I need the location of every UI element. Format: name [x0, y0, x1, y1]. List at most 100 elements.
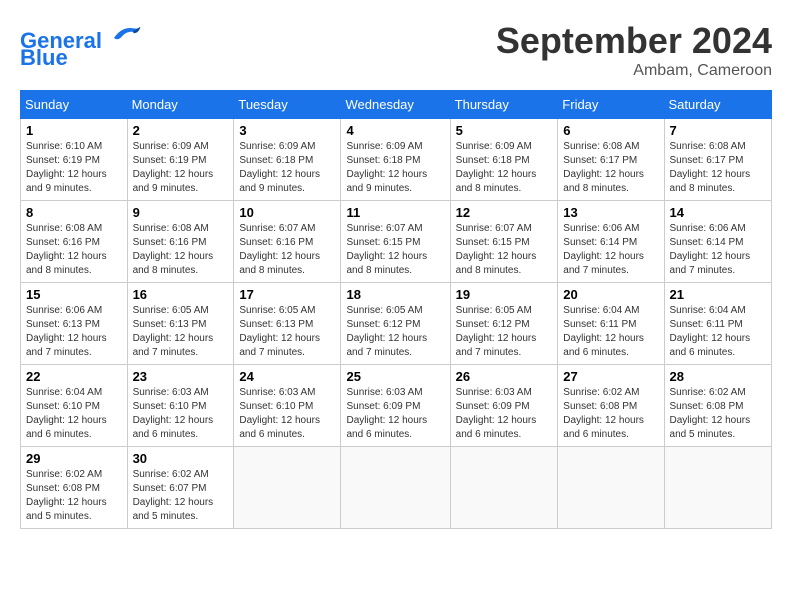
day-number: 16 — [133, 287, 229, 302]
day-number: 24 — [239, 369, 335, 384]
day-info: Sunrise: 6:04 AMSunset: 6:10 PMDaylight:… — [26, 386, 122, 442]
calendar-day-cell: 17 Sunrise: 6:05 AMSunset: 6:13 PMDayligh… — [234, 283, 341, 365]
calendar-day-cell: 18Sunrise: 6:05 AMSunset: 6:12 PMDayligh… — [341, 283, 450, 365]
day-info: Sunrise: 6:10 AMSunset: 6:19 PMDaylight:… — [26, 140, 122, 196]
day-info: Sunrise: 6:06 AMSunset: 6:13 PMDaylight:… — [26, 304, 122, 360]
day-number: 7 — [670, 123, 766, 138]
day-number: 15 — [26, 287, 122, 302]
day-number: 2 — [133, 123, 229, 138]
day-number: 23 — [133, 369, 229, 384]
day-info: Sunrise: 6:09 AMSunset: 6:19 PMDaylight:… — [133, 140, 229, 196]
day-number: 20 — [563, 287, 658, 302]
calendar-week-row: 29 Sunrise: 6:02 AMSunset: 6:08 PMDayligh… — [21, 447, 772, 529]
calendar-day-cell — [450, 447, 558, 529]
calendar-day-cell: 24 Sunrise: 6:03 AMSunset: 6:10 PMDayligh… — [234, 365, 341, 447]
calendar-day-cell: 28 Sunrise: 6:02 AMSunset: 6:08 PMDayligh… — [664, 365, 771, 447]
calendar-week-row: 8 Sunrise: 6:08 AMSunset: 6:16 PMDaylight… — [21, 201, 772, 283]
day-info: Sunrise: 6:06 AMSunset: 6:14 PMDaylight:… — [670, 222, 766, 278]
calendar-day-cell: 29 Sunrise: 6:02 AMSunset: 6:08 PMDayligh… — [21, 447, 128, 529]
calendar-day-cell: 26Sunrise: 6:03 AMSunset: 6:09 PMDayligh… — [450, 365, 558, 447]
calendar-day-cell: 7 Sunrise: 6:08 AMSunset: 6:17 PMDaylight… — [664, 119, 771, 201]
day-number: 5 — [456, 123, 553, 138]
day-number: 29 — [26, 451, 122, 466]
day-info: Sunrise: 6:02 AMSunset: 6:08 PMDaylight:… — [563, 386, 658, 442]
day-info: Sunrise: 6:08 AMSunset: 6:17 PMDaylight:… — [563, 140, 658, 196]
day-info: Sunrise: 6:02 AMSunset: 6:08 PMDaylight:… — [26, 468, 122, 524]
day-info: Sunrise: 6:09 AMSunset: 6:18 PMDaylight:… — [456, 140, 553, 196]
calendar-day-cell: 2 Sunrise: 6:09 AMSunset: 6:19 PMDaylight… — [127, 119, 234, 201]
calendar-day-cell — [664, 447, 771, 529]
calendar-day-cell: 15 Sunrise: 6:06 AMSunset: 6:13 PMDayligh… — [21, 283, 128, 365]
calendar-day-cell — [234, 447, 341, 529]
day-info: Sunrise: 6:05 AMSunset: 6:12 PMDaylight:… — [456, 304, 553, 360]
day-number: 1 — [26, 123, 122, 138]
day-number: 10 — [239, 205, 335, 220]
day-number: 28 — [670, 369, 766, 384]
day-number: 6 — [563, 123, 658, 138]
weekday-header: Sunday — [21, 91, 128, 119]
day-number: 25 — [346, 369, 444, 384]
day-number: 14 — [670, 205, 766, 220]
day-number: 21 — [670, 287, 766, 302]
day-info: Sunrise: 6:03 AMSunset: 6:09 PMDaylight:… — [346, 386, 444, 442]
day-info: Sunrise: 6:08 AMSunset: 6:17 PMDaylight:… — [670, 140, 766, 196]
day-number: 17 — [239, 287, 335, 302]
calendar-day-cell: 19 Sunrise: 6:05 AMSunset: 6:12 PMDayligh… — [450, 283, 558, 365]
day-info: Sunrise: 6:04 AMSunset: 6:11 PMDaylight:… — [670, 304, 766, 360]
calendar-day-cell: 25 Sunrise: 6:03 AMSunset: 6:09 PMDayligh… — [341, 365, 450, 447]
calendar-day-cell: 23 Sunrise: 6:03 AMSunset: 6:10 PMDayligh… — [127, 365, 234, 447]
location: Ambam, Cameroon — [496, 62, 772, 80]
day-number: 30 — [133, 451, 229, 466]
day-number: 13 — [563, 205, 658, 220]
weekday-header: Saturday — [664, 91, 771, 119]
calendar-day-cell: 1 Sunrise: 6:10 AMSunset: 6:19 PMDaylight… — [21, 119, 128, 201]
day-number: 22 — [26, 369, 122, 384]
day-info: Sunrise: 6:09 AMSunset: 6:18 PMDaylight:… — [346, 140, 444, 196]
day-info: Sunrise: 6:02 AMSunset: 6:08 PMDaylight:… — [670, 386, 766, 442]
calendar-day-cell: 20Sunrise: 6:04 AMSunset: 6:11 PMDayligh… — [558, 283, 664, 365]
day-number: 9 — [133, 205, 229, 220]
calendar-day-cell: 11Sunrise: 6:07 AMSunset: 6:15 PMDayligh… — [341, 201, 450, 283]
logo-bird-icon — [110, 20, 142, 48]
weekday-header: Thursday — [450, 91, 558, 119]
day-number: 12 — [456, 205, 553, 220]
day-number: 26 — [456, 369, 553, 384]
day-info: Sunrise: 6:03 AMSunset: 6:10 PMDaylight:… — [133, 386, 229, 442]
calendar-day-cell: 13Sunrise: 6:06 AMSunset: 6:14 PMDayligh… — [558, 201, 664, 283]
weekday-header: Wednesday — [341, 91, 450, 119]
page-header: General Blue September 2024 Ambam, Camer… — [20, 20, 772, 80]
calendar-day-cell: 8 Sunrise: 6:08 AMSunset: 6:16 PMDaylight… — [21, 201, 128, 283]
calendar-day-cell: 10 Sunrise: 6:07 AMSunset: 6:16 PMDayligh… — [234, 201, 341, 283]
calendar-table: SundayMondayTuesdayWednesdayThursdayFrid… — [20, 90, 772, 529]
calendar-day-cell: 14 Sunrise: 6:06 AMSunset: 6:14 PMDayligh… — [664, 201, 771, 283]
weekday-header: Tuesday — [234, 91, 341, 119]
day-number: 3 — [239, 123, 335, 138]
day-number: 18 — [346, 287, 444, 302]
day-info: Sunrise: 6:02 AMSunset: 6:07 PMDaylight:… — [133, 468, 229, 524]
month-title: September 2024 — [496, 20, 772, 62]
calendar-header-row: SundayMondayTuesdayWednesdayThursdayFrid… — [21, 91, 772, 119]
calendar-day-cell: 22 Sunrise: 6:04 AMSunset: 6:10 PMDayligh… — [21, 365, 128, 447]
day-info: Sunrise: 6:08 AMSunset: 6:16 PMDaylight:… — [133, 222, 229, 278]
day-info: Sunrise: 6:03 AMSunset: 6:10 PMDaylight:… — [239, 386, 335, 442]
day-info: Sunrise: 6:09 AMSunset: 6:18 PMDaylight:… — [239, 140, 335, 196]
day-number: 27 — [563, 369, 658, 384]
calendar-week-row: 15 Sunrise: 6:06 AMSunset: 6:13 PMDayligh… — [21, 283, 772, 365]
day-info: Sunrise: 6:05 AMSunset: 6:13 PMDaylight:… — [133, 304, 229, 360]
day-info: Sunrise: 6:08 AMSunset: 6:16 PMDaylight:… — [26, 222, 122, 278]
calendar-day-cell: 21 Sunrise: 6:04 AMSunset: 6:11 PMDayligh… — [664, 283, 771, 365]
calendar-day-cell: 30 Sunrise: 6:02 AMSunset: 6:07 PMDayligh… — [127, 447, 234, 529]
calendar-day-cell: 12Sunrise: 6:07 AMSunset: 6:15 PMDayligh… — [450, 201, 558, 283]
calendar-day-cell: 3 Sunrise: 6:09 AMSunset: 6:18 PMDaylight… — [234, 119, 341, 201]
calendar-day-cell: 16 Sunrise: 6:05 AMSunset: 6:13 PMDayligh… — [127, 283, 234, 365]
logo: General Blue — [20, 20, 142, 71]
day-info: Sunrise: 6:07 AMSunset: 6:16 PMDaylight:… — [239, 222, 335, 278]
day-info: Sunrise: 6:05 AMSunset: 6:13 PMDaylight:… — [239, 304, 335, 360]
weekday-header: Friday — [558, 91, 664, 119]
day-number: 8 — [26, 205, 122, 220]
calendar-day-cell: 4Sunrise: 6:09 AMSunset: 6:18 PMDaylight… — [341, 119, 450, 201]
calendar-week-row: 1 Sunrise: 6:10 AMSunset: 6:19 PMDaylight… — [21, 119, 772, 201]
day-number: 19 — [456, 287, 553, 302]
calendar-week-row: 22 Sunrise: 6:04 AMSunset: 6:10 PMDayligh… — [21, 365, 772, 447]
calendar-day-cell: 5 Sunrise: 6:09 AMSunset: 6:18 PMDaylight… — [450, 119, 558, 201]
